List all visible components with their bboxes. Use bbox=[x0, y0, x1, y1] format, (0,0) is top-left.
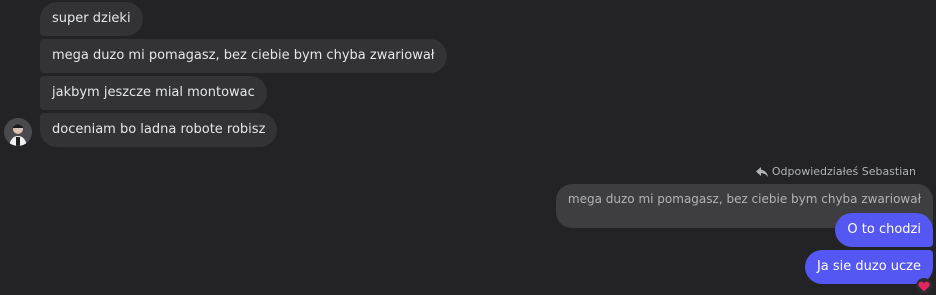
sender-avatar[interactable] bbox=[4, 118, 32, 146]
incoming-message[interactable]: doceniam bo ladna robote robisz bbox=[40, 113, 278, 147]
reply-arrow-icon bbox=[755, 166, 768, 177]
reaction-badge[interactable] bbox=[916, 278, 932, 294]
avatar-image bbox=[4, 118, 32, 146]
reply-caption: Odpowiedziałeś Sebastian bbox=[755, 164, 916, 180]
incoming-message[interactable]: super dzieki bbox=[40, 2, 143, 36]
reply-caption-text: Odpowiedziałeś Sebastian bbox=[771, 165, 916, 178]
outgoing-message[interactable]: O to chodzi bbox=[835, 213, 933, 247]
incoming-message[interactable]: jakbym jeszcze mial montowac bbox=[40, 76, 267, 110]
incoming-message[interactable]: mega duzo mi pomagasz, bez ciebie bym ch… bbox=[40, 39, 447, 73]
heart-icon bbox=[918, 281, 930, 291]
chat-thread: super dzieki mega duzo mi pomagasz, bez … bbox=[0, 0, 936, 295]
outgoing-message[interactable]: Ja sie duzo ucze bbox=[804, 250, 933, 284]
